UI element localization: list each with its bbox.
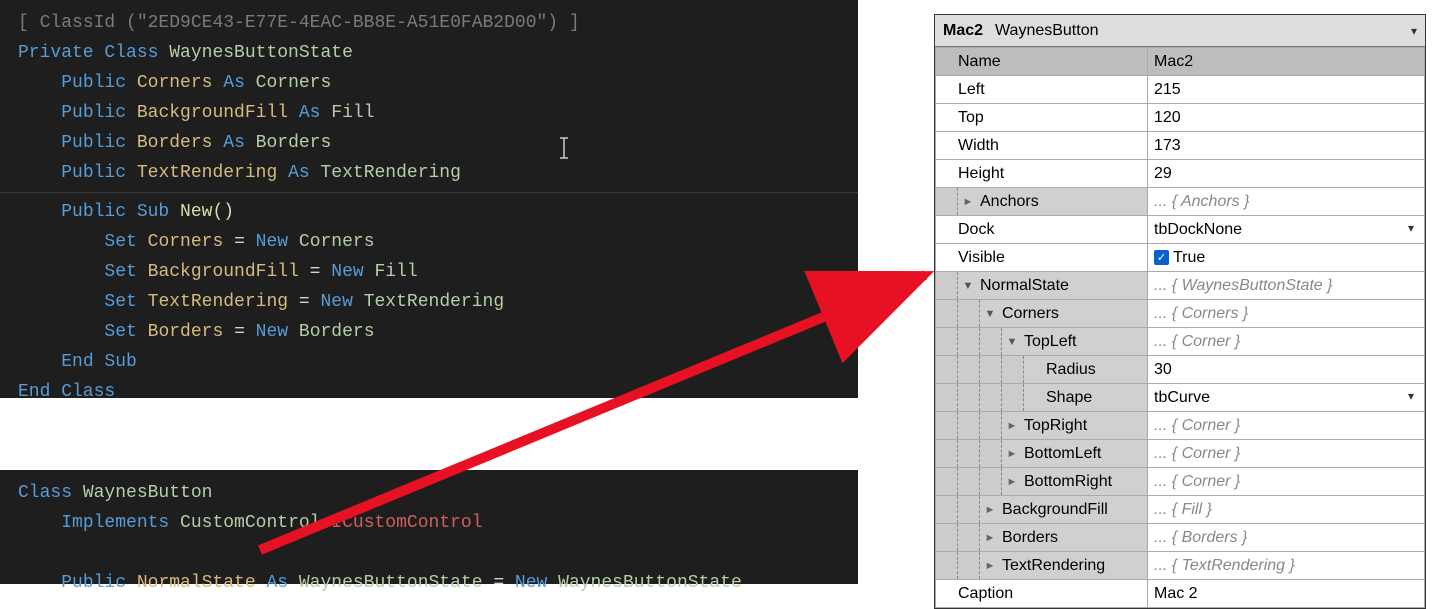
object-type: WaynesButton <box>995 22 1098 40</box>
prop-key: TopRight <box>1022 417 1147 435</box>
prop-key: Height <box>956 165 1147 183</box>
prop-value[interactable]: 173 <box>1148 132 1425 160</box>
prop-row-borders[interactable]: ►Borders... { Borders } <box>936 524 1425 552</box>
prop-value[interactable]: 30 <box>1148 356 1425 384</box>
checkbox-icon[interactable]: ✓ <box>1154 250 1169 265</box>
prop-value[interactable]: tbCurve▾ <box>1148 384 1425 412</box>
object-selector[interactable]: Mac2 WaynesButton ▾ <box>935 15 1425 47</box>
prop-value[interactable]: ... { Anchors } <box>1148 188 1425 216</box>
expand-open-icon[interactable]: ▼ <box>958 280 978 292</box>
prop-key: Shape <box>1044 389 1147 407</box>
prop-row-normalstate[interactable]: ▼NormalState... { WaynesButtonState } <box>936 272 1425 300</box>
prop-row-bottomleft[interactable]: ►BottomLeft... { Corner } <box>936 440 1425 468</box>
prop-key: Left <box>956 81 1147 99</box>
prop-key: Radius <box>1044 361 1147 379</box>
prop-key: Visible <box>956 249 1147 267</box>
expand-open-icon[interactable]: ▼ <box>1002 336 1022 348</box>
prop-key: Borders <box>1000 529 1147 547</box>
prop-row-top[interactable]: Top120 <box>936 104 1425 132</box>
object-name: Mac2 <box>943 22 983 40</box>
prop-row-height[interactable]: Height29 <box>936 160 1425 188</box>
prop-key: Caption <box>956 585 1147 603</box>
prop-key: Dock <box>956 221 1147 239</box>
prop-value[interactable]: ... { Corners } <box>1148 300 1425 328</box>
prop-row-name[interactable]: NameMac2 <box>936 48 1425 76</box>
prop-key: Top <box>956 109 1147 127</box>
prop-row-radius[interactable]: Radius30 <box>936 356 1425 384</box>
prop-key: BottomRight <box>1022 473 1147 491</box>
prop-key: Anchors <box>978 193 1147 211</box>
dropdown-chevron-icon[interactable]: ▾ <box>1408 389 1418 403</box>
prop-row-textrendering[interactable]: ►TextRendering... { TextRendering } <box>936 552 1425 580</box>
code-editor-classdef[interactable]: Class WaynesButton Implements CustomCont… <box>0 470 858 584</box>
expand-closed-icon[interactable]: ► <box>980 532 1000 544</box>
prop-value[interactable]: ... { Corner } <box>1148 440 1425 468</box>
prop-row-topleft[interactable]: ▼TopLeft... { Corner } <box>936 328 1425 356</box>
prop-key: Corners <box>1000 305 1147 323</box>
text-cursor-icon <box>558 136 570 160</box>
prop-value[interactable]: tbDockNone▾ <box>1148 216 1425 244</box>
expand-closed-icon[interactable]: ► <box>980 560 1000 572</box>
prop-value[interactable]: 120 <box>1148 104 1425 132</box>
prop-row-backgroundfill[interactable]: ►BackgroundFill... { Fill } <box>936 496 1425 524</box>
prop-row-topright[interactable]: ►TopRight... { Corner } <box>936 412 1425 440</box>
expand-closed-icon[interactable]: ► <box>958 196 978 208</box>
prop-row-shape[interactable]: ShapetbCurve▾ <box>936 384 1425 412</box>
property-grid: Mac2 WaynesButton ▾ NameMac2Left215Top12… <box>934 14 1426 609</box>
prop-row-left[interactable]: Left215 <box>936 76 1425 104</box>
prop-key: BottomLeft <box>1022 445 1147 463</box>
dropdown-chevron-icon[interactable]: ▾ <box>1408 221 1418 235</box>
prop-row-visible[interactable]: Visible✓True <box>936 244 1425 272</box>
prop-value[interactable]: ... { Borders } <box>1148 524 1425 552</box>
prop-row-corners[interactable]: ▼Corners... { Corners } <box>936 300 1425 328</box>
expand-closed-icon[interactable]: ► <box>980 504 1000 516</box>
expand-closed-icon[interactable]: ► <box>1002 448 1022 460</box>
expand-open-icon[interactable]: ▼ <box>980 308 1000 320</box>
prop-row-bottomright[interactable]: ►BottomRight... { Corner } <box>936 468 1425 496</box>
prop-value[interactable]: ... { Fill } <box>1148 496 1425 524</box>
prop-value[interactable]: ✓True <box>1148 244 1425 272</box>
prop-row-dock[interactable]: DocktbDockNone▾ <box>936 216 1425 244</box>
prop-key: Width <box>956 137 1147 155</box>
prop-value[interactable]: ... { Corner } <box>1148 412 1425 440</box>
prop-key: TopLeft <box>1022 333 1147 351</box>
prop-key: TextRendering <box>1000 557 1147 575</box>
prop-row-width[interactable]: Width173 <box>936 132 1425 160</box>
prop-value[interactable]: Mac2 <box>1148 48 1425 76</box>
prop-key: BackgroundFill <box>1000 501 1147 519</box>
prop-value[interactable]: ... { TextRendering } <box>1148 552 1425 580</box>
prop-value[interactable]: 215 <box>1148 76 1425 104</box>
chevron-down-icon: ▾ <box>1411 24 1417 38</box>
prop-value[interactable]: 29 <box>1148 160 1425 188</box>
expand-closed-icon[interactable]: ► <box>1002 476 1022 488</box>
prop-value[interactable]: ... { WaynesButtonState } <box>1148 272 1425 300</box>
prop-key: NormalState <box>978 277 1147 295</box>
prop-value[interactable]: ... { Corner } <box>1148 468 1425 496</box>
prop-value[interactable]: ... { Corner } <box>1148 328 1425 356</box>
code-editor-statedef[interactable]: [ ClassId ("2ED9CE43-E77E-4EAC-BB8E-A51E… <box>0 0 858 398</box>
prop-row-anchors[interactable]: ►Anchors... { Anchors } <box>936 188 1425 216</box>
prop-key: Name <box>956 53 1147 71</box>
expand-closed-icon[interactable]: ► <box>1002 420 1022 432</box>
